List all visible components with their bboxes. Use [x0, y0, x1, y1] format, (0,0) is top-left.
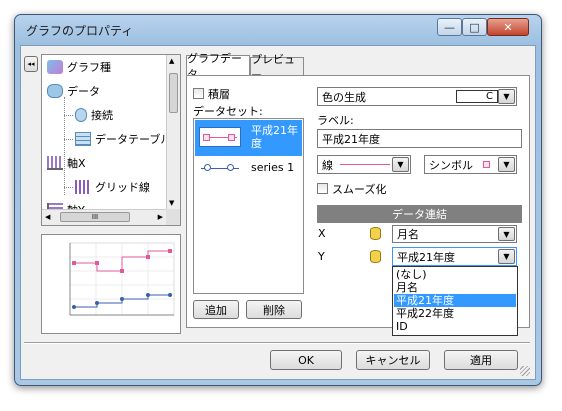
- resize-grip-icon[interactable]: [520, 366, 530, 376]
- stack-label: 積層: [208, 88, 230, 101]
- tree-item-connection[interactable]: 接続: [75, 107, 113, 123]
- tree-vscroll-thumb[interactable]: [169, 73, 178, 113]
- tree-item-chart-type[interactable]: グラフ種: [47, 59, 111, 75]
- collapse-panel-button[interactable]: ◂◂: [24, 56, 38, 72]
- chart-thumbnail: [41, 234, 181, 334]
- tree-item-label: グリッド線: [95, 181, 150, 194]
- window-title: グラフのプロパティ: [26, 24, 134, 38]
- axis-x-icon: [47, 156, 63, 170]
- scroll-down-icon[interactable]: ▼: [169, 199, 174, 207]
- dropdown-option[interactable]: 月名: [394, 281, 516, 294]
- square-symbol-icon: [483, 161, 490, 168]
- tree-item-axis-x[interactable]: 軸X: [47, 155, 86, 171]
- category-tree: グラフ種 データ 接続 データテーブル 軸X グリッド線 軸Y ▲ ▼ ◀ II…: [41, 54, 181, 226]
- data-link-axis-y: Y: [318, 250, 325, 263]
- symbol-combo[interactable]: シンボル ▼: [424, 155, 517, 174]
- minimize-icon: —: [444, 20, 455, 34]
- smooth-checkbox[interactable]: [317, 183, 328, 194]
- label-caption: ラベル:: [317, 114, 354, 127]
- color-scheme-swatch: C: [456, 90, 498, 103]
- dataset-item-selected[interactable]: 平成21年度: [195, 120, 302, 156]
- tab-graph-data[interactable]: グラフデータ: [186, 52, 250, 81]
- color-generation-combo[interactable]: 色の生成 C ▼: [317, 87, 517, 106]
- circle-symbol-icon: [227, 164, 234, 171]
- square-symbol-icon: [203, 134, 210, 141]
- dataset-item-label: series 1: [251, 161, 295, 174]
- dataset-item-label: 平成21年度: [251, 124, 298, 150]
- database-icon: [370, 250, 381, 263]
- tree-item-label: 接続: [91, 109, 113, 122]
- ok-button[interactable]: OK: [270, 350, 342, 370]
- dataset-item[interactable]: series 1: [195, 157, 302, 179]
- tree-connector: [64, 139, 73, 140]
- tree-connector: [64, 97, 65, 195]
- dataset-list[interactable]: 平成21年度 series 1: [193, 118, 304, 294]
- maximize-button[interactable]: □: [462, 18, 487, 36]
- line-style-label: 線: [322, 158, 333, 172]
- footer-divider: [24, 342, 530, 344]
- chart-type-icon: [47, 60, 63, 74]
- tree-item-gridlines[interactable]: グリッド線: [75, 179, 150, 195]
- data-link-y-combo[interactable]: 平成21年度 ▼: [392, 247, 517, 266]
- scroll-corner: [166, 209, 180, 225]
- tree-item-label: 軸X: [67, 157, 86, 170]
- data-icon: [47, 84, 63, 98]
- data-link-x-combo[interactable]: 月名 ▼: [392, 225, 517, 243]
- scroll-left-icon[interactable]: ◀: [45, 213, 50, 221]
- dropdown-option[interactable]: (なし): [394, 268, 516, 281]
- stack-checkbox[interactable]: [193, 88, 204, 99]
- tree-vscrollbar[interactable]: ▲ ▼: [166, 55, 180, 209]
- database-icon: [370, 227, 381, 240]
- tree-item-label: データ: [67, 85, 100, 98]
- dropdown-option[interactable]: ID: [394, 320, 516, 333]
- label-input[interactable]: 平成21年度: [317, 129, 522, 148]
- data-link-axis-x: X: [318, 227, 326, 240]
- chart-thumbnail-graphic: [69, 242, 175, 316]
- dropdown-option-selected[interactable]: 平成21年度: [394, 294, 516, 307]
- tree-item-label: グラフ種: [67, 61, 111, 74]
- square-symbol-icon: [228, 134, 235, 141]
- chevron-down-icon[interactable]: ▼: [498, 89, 515, 104]
- line-sample: [340, 164, 390, 165]
- tree-item-data-table[interactable]: データテーブル: [75, 131, 171, 147]
- tree-item-data[interactable]: データ: [47, 83, 100, 99]
- dataset-label: データセット:: [193, 105, 263, 118]
- data-link-header: データ連結: [317, 205, 522, 223]
- tab-preview[interactable]: プレビュー: [250, 53, 304, 82]
- scroll-right-icon[interactable]: ▶: [158, 213, 163, 221]
- gridline-icon: [75, 180, 91, 194]
- close-button[interactable]: ✕: [487, 18, 529, 36]
- minimize-button[interactable]: —: [437, 18, 462, 36]
- color-generation-label: 色の生成: [322, 90, 366, 104]
- symbol-label: シンボル: [429, 158, 473, 172]
- line-style-combo[interactable]: 線 ▼: [317, 155, 411, 174]
- dropdown-option[interactable]: 平成22年度: [394, 307, 516, 320]
- tree-hscroll-thumb[interactable]: III: [60, 212, 130, 222]
- collapse-icon: ◂◂: [27, 60, 35, 68]
- apply-button[interactable]: 適用: [444, 350, 518, 370]
- data-link-dropdown[interactable]: (なし) 月名 平成21年度 平成22年度 ID: [392, 266, 518, 336]
- chevron-down-icon[interactable]: ▼: [498, 249, 515, 264]
- tree-connector: [64, 115, 73, 116]
- data-table-icon: [75, 132, 91, 146]
- smooth-label: スムーズ化: [332, 183, 387, 196]
- delete-button[interactable]: 削除: [246, 300, 302, 319]
- add-button[interactable]: 追加: [193, 300, 239, 319]
- circle-symbol-icon: [204, 164, 211, 171]
- tree-item-label: データテーブル: [95, 133, 172, 146]
- chevron-down-icon[interactable]: ▼: [392, 157, 409, 172]
- scroll-up-icon[interactable]: ▲: [169, 57, 174, 65]
- connection-icon: [75, 108, 87, 122]
- chevron-down-icon[interactable]: ▼: [498, 227, 515, 241]
- maximize-icon: □: [469, 20, 480, 34]
- close-icon: ✕: [503, 20, 513, 34]
- chevron-down-icon[interactable]: ▼: [498, 157, 515, 172]
- cancel-button[interactable]: キャンセル: [356, 350, 430, 370]
- series-swatch: [199, 127, 241, 147]
- tree-hscrollbar[interactable]: ◀ III ▶: [42, 209, 166, 225]
- tree-connector: [64, 187, 73, 188]
